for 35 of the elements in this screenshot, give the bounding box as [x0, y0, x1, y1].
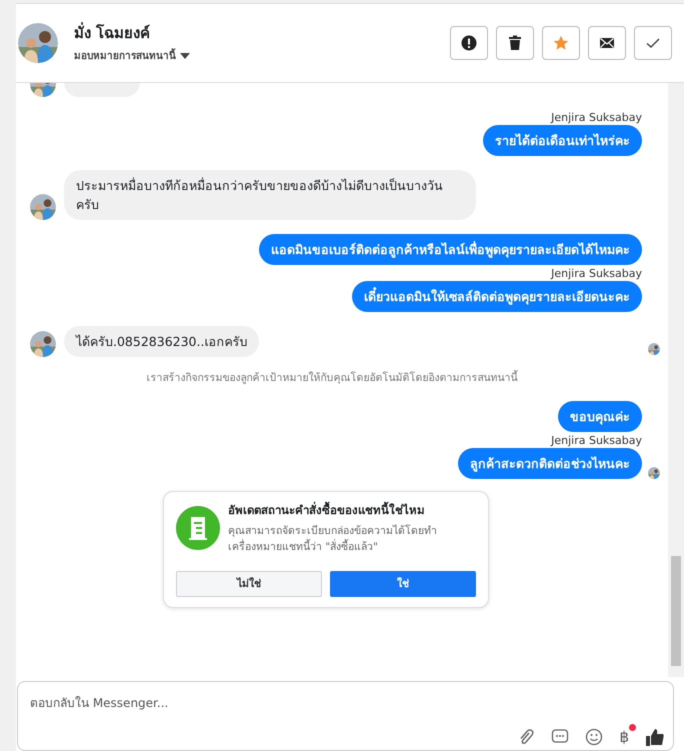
reply-field[interactable]: ตอบกลับใน Messenger... ฿ [17, 681, 674, 751]
scrollbar[interactable] [668, 83, 684, 677]
sender-name: Jenjira Suksabay [551, 267, 642, 280]
message-bubble: แอดมินขอเบอร์ติดต่อลูกค้าหรือไลน์เพื่อพูดคุยรายละเอียดได้ไหมคะ [259, 234, 642, 265]
assign-link[interactable]: มอบหมายการสนทนานี้ [74, 48, 176, 64]
trash-icon [507, 35, 523, 51]
avatar [18, 23, 58, 63]
message-bubble: รายได้ต่อเดือนเท่าไหร่คะ [483, 125, 642, 156]
avatar [30, 194, 56, 220]
yes-button[interactable]: ใช่ [330, 571, 476, 597]
message-bubble: ได้ครับ.0852836230..เอกครับ [64, 326, 260, 357]
sender-name: Jenjira Suksabay [551, 111, 642, 124]
mail-button[interactable] [588, 26, 626, 60]
envelope-icon [599, 35, 615, 51]
message-bubble: ขอบคุณค่ะ [558, 400, 642, 432]
message-bubble: ประมารหมื่อบางทีก้อหมื่อนกว่าครับขายของดีบ้างไม่ดีบางเป็นบางวันครับ [64, 170, 476, 220]
payment-button[interactable]: ฿ [619, 728, 629, 744]
avatar [30, 331, 56, 357]
card-description: คุณสามารถจัดระเบียบกล่องข้อความได้โดยทำเครื่องหมายแชทนี้ว่า "สั่งซื้อแล้ว" [228, 524, 438, 555]
caret-icon[interactable] [180, 53, 190, 60]
message-bubble: เดี๋ยวแอดมินให้เซลล์ติดต่อพูดคุยรายละเอียดนะคะ [352, 281, 642, 312]
message-bubble: ลูกค้าสะดวกติดต่อช่วงไหนคะ [458, 448, 642, 479]
delete-button[interactable] [496, 26, 534, 60]
emoji-icon[interactable] [585, 728, 604, 746]
card-title: อัพเดตสถานะคำสั่งซื้อของแชทนี้ใช่ไหม [228, 502, 426, 519]
no-button[interactable]: ไม่ใช่ [176, 571, 322, 597]
notice-text: เราสร้างกิจกรรมของลูกค้าเป้าหมายให้กับคุณโดยอัตโนมัติโดยอิงตามการสนทนานี้ [146, 372, 518, 384]
report-button[interactable] [450, 26, 488, 60]
contact-name: มั่ง โฉมยงค์ [74, 22, 152, 44]
receipt-icon [176, 506, 220, 550]
chat-icon[interactable] [551, 728, 570, 746]
star-button[interactable] [542, 26, 580, 60]
report-icon [461, 35, 477, 51]
thumbs-up-icon[interactable] [645, 728, 665, 746]
sender-name: Jenjira Suksabay [551, 434, 642, 447]
